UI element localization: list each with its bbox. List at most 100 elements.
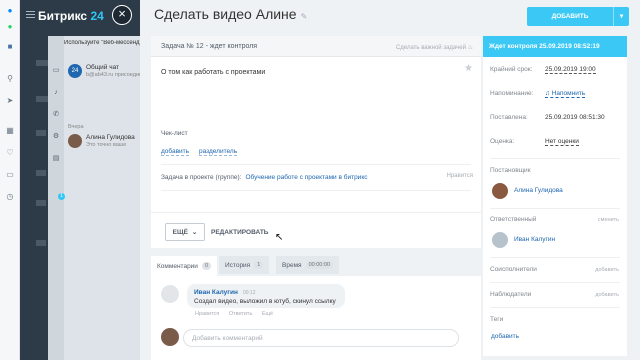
edit-button[interactable]: РЕДАКТИРОВАТЬ bbox=[211, 229, 268, 236]
whatsapp-icon[interactable]: ● bbox=[4, 20, 16, 32]
observers-label: Наблюдатели bbox=[490, 291, 532, 298]
comments-tabs: Комментарии 0 История 1 Время 00:00:00 bbox=[151, 256, 481, 276]
rating-value[interactable]: Нет оценки bbox=[545, 138, 579, 146]
creator-name[interactable]: Алина Гулидова bbox=[514, 187, 563, 194]
vk-icon[interactable]: ■ bbox=[4, 40, 16, 52]
comment-reply-link[interactable]: Ответить bbox=[229, 311, 253, 317]
chat-subtitle: b@ab43.ru присоединился bbox=[86, 72, 140, 78]
bell-icon[interactable]: ♪ bbox=[51, 88, 61, 98]
avatar bbox=[492, 232, 508, 248]
status-badge: Ждет контроля 25.09.2019 08:52:19 bbox=[483, 36, 627, 57]
divider bbox=[490, 257, 620, 258]
avatar bbox=[68, 134, 82, 148]
observers-add-link[interactable]: добавить bbox=[595, 292, 619, 298]
project-row: Задача в проекте (группе): Обучение работ… bbox=[161, 174, 367, 181]
chat-title: Общий чат bbox=[86, 64, 120, 71]
avatar bbox=[161, 328, 179, 346]
avatar bbox=[492, 183, 508, 199]
bell-icon: ♫ bbox=[545, 90, 550, 97]
comment-bubble: Иван Калугин 00:12 Создал видео, выложил… bbox=[187, 284, 345, 308]
project-link[interactable]: Обучение работе с проектами в битрикс bbox=[245, 174, 367, 181]
app-strip: ● ● ■ ⚲ ➤ ▦ ♡ ▭ ◷ bbox=[0, 0, 20, 360]
deadline-label: Крайний срок: bbox=[490, 66, 533, 73]
task-slider: Сделать видео Алине ✎ ДОБАВИТЬ ▾ Задача №… bbox=[140, 0, 640, 360]
sidebar-placeholder bbox=[36, 240, 46, 246]
tab-history[interactable]: История 1 bbox=[219, 256, 270, 274]
more-button[interactable]: ЕЩЁ ⌄ bbox=[165, 223, 205, 241]
comment-input[interactable]: Добавить комментарий bbox=[183, 329, 459, 347]
chat-icon[interactable]: ▭ bbox=[51, 66, 61, 76]
page: ● ● ■ ⚲ ➤ ▦ ♡ ▭ ◷ Битрикс 24 × ▭ ♪ ✆ ⚙ ▤… bbox=[0, 0, 640, 360]
project-label: Задача в проекте (группе): bbox=[161, 174, 242, 181]
checklist-separator-link[interactable]: разделитель bbox=[199, 148, 238, 156]
tab-comments[interactable]: Комментарии 0 bbox=[151, 256, 218, 276]
flame-icon: ♨ bbox=[467, 45, 473, 51]
coexec-add-link[interactable]: добавить bbox=[595, 267, 619, 273]
chat-subtitle: Это точно ваше bbox=[86, 142, 127, 148]
comment-author[interactable]: Иван Калугин bbox=[194, 289, 238, 296]
checklist-add-link[interactable]: добавить bbox=[161, 148, 190, 156]
checklist-label: Чек-лист bbox=[161, 130, 188, 137]
coexec-label: Соисполнители bbox=[490, 266, 537, 273]
chat-title: Алина Гулидова bbox=[86, 134, 135, 141]
tags-add-link[interactable]: добавить bbox=[491, 333, 519, 340]
responsible-name[interactable]: Иван Калугин bbox=[514, 236, 555, 243]
messenger-hint: Используйте "Веб-мессенджер" bbox=[64, 40, 140, 46]
like-link[interactable]: Нравится bbox=[447, 173, 473, 179]
search-icon[interactable]: ⚲ bbox=[4, 72, 16, 84]
pin-icon[interactable]: ✎ bbox=[301, 12, 308, 21]
responsible-label: Ответственный bbox=[490, 216, 537, 223]
created-value: 25.09.2019 08:51:30 bbox=[545, 114, 605, 121]
chevron-down-icon: ⌄ bbox=[191, 229, 198, 236]
messenger-panel: ▭ ♪ ✆ ⚙ ▤ 1 Используйте "Веб-мессенджер"… bbox=[48, 36, 140, 360]
divider bbox=[490, 282, 620, 283]
date-separator: Вчера bbox=[68, 124, 84, 130]
divider bbox=[490, 307, 620, 308]
clock-icon[interactable]: ◷ bbox=[4, 190, 16, 202]
page-title: Сделать видео Алине ✎ bbox=[154, 6, 308, 22]
sidebar-placeholder bbox=[36, 200, 46, 206]
messenger-icon[interactable]: ● bbox=[4, 4, 16, 16]
divider bbox=[161, 190, 471, 191]
avatar bbox=[161, 285, 179, 303]
notification-badge: 1 bbox=[58, 193, 65, 200]
comments-panel: Иван Калугин 00:12 Создал видео, выложил… bbox=[151, 276, 481, 360]
sidebar-placeholder bbox=[36, 170, 46, 176]
heart-icon[interactable]: ♡ bbox=[4, 146, 16, 158]
close-slider-button[interactable]: × bbox=[112, 5, 132, 25]
contacts-icon[interactable]: ▤ bbox=[51, 154, 61, 164]
comment-actions: Нравится Ответить Ещё bbox=[195, 311, 281, 317]
task-card: Задача № 12 - ждет контроля Сделать важн… bbox=[151, 36, 481, 248]
task-status-title: Задача № 12 - ждет контроля bbox=[161, 43, 258, 50]
comment-more-link[interactable]: Ещё bbox=[262, 311, 273, 317]
apps-grid-icon[interactable]: ▦ bbox=[4, 124, 16, 136]
rating-label: Оценка: bbox=[490, 138, 515, 145]
settings-icon[interactable]: ⚙ bbox=[51, 132, 61, 142]
comment-like-link[interactable]: Нравится bbox=[195, 311, 219, 317]
send-icon[interactable]: ➤ bbox=[4, 94, 16, 106]
task-description: О том как работать с проектами bbox=[161, 69, 266, 76]
task-header: Задача № 12 - ждет контроля Сделать важн… bbox=[151, 36, 481, 57]
reminder-label: Напоминание: bbox=[490, 90, 534, 97]
task-sidebar: Ждет контроля 25.09.2019 08:52:19 Крайни… bbox=[483, 36, 627, 356]
add-button[interactable]: ДОБАВИТЬ ▾ bbox=[527, 7, 629, 26]
chevron-down-icon[interactable]: ▾ bbox=[613, 7, 629, 26]
divider bbox=[490, 208, 620, 209]
divider bbox=[490, 158, 620, 159]
created-label: Поставлена: bbox=[490, 114, 528, 121]
reminder-link[interactable]: ♫ Напомнить bbox=[545, 90, 586, 98]
add-button-label: ДОБАВИТЬ bbox=[551, 13, 589, 20]
star-icon[interactable]: ★ bbox=[464, 63, 473, 74]
mark-important-link[interactable]: Сделать важной задачей ♨ bbox=[396, 44, 473, 51]
sidebar-placeholder bbox=[36, 130, 46, 136]
mouse-cursor-icon: ↖ bbox=[275, 232, 284, 243]
phone-icon[interactable]: ✆ bbox=[51, 110, 61, 120]
responsible-change-link[interactable]: сменить bbox=[598, 217, 619, 223]
tab-time[interactable]: Время 00:00:00 bbox=[276, 256, 339, 274]
comment-time: 00:12 bbox=[243, 290, 256, 296]
card-icon[interactable]: ▭ bbox=[4, 168, 16, 180]
bitrix-logo: Битрикс 24 bbox=[38, 9, 104, 23]
deadline-value[interactable]: 25.09.2019 19:00 bbox=[545, 66, 596, 74]
chat-avatar: 24 bbox=[68, 64, 82, 78]
menu-icon[interactable] bbox=[26, 11, 35, 18]
